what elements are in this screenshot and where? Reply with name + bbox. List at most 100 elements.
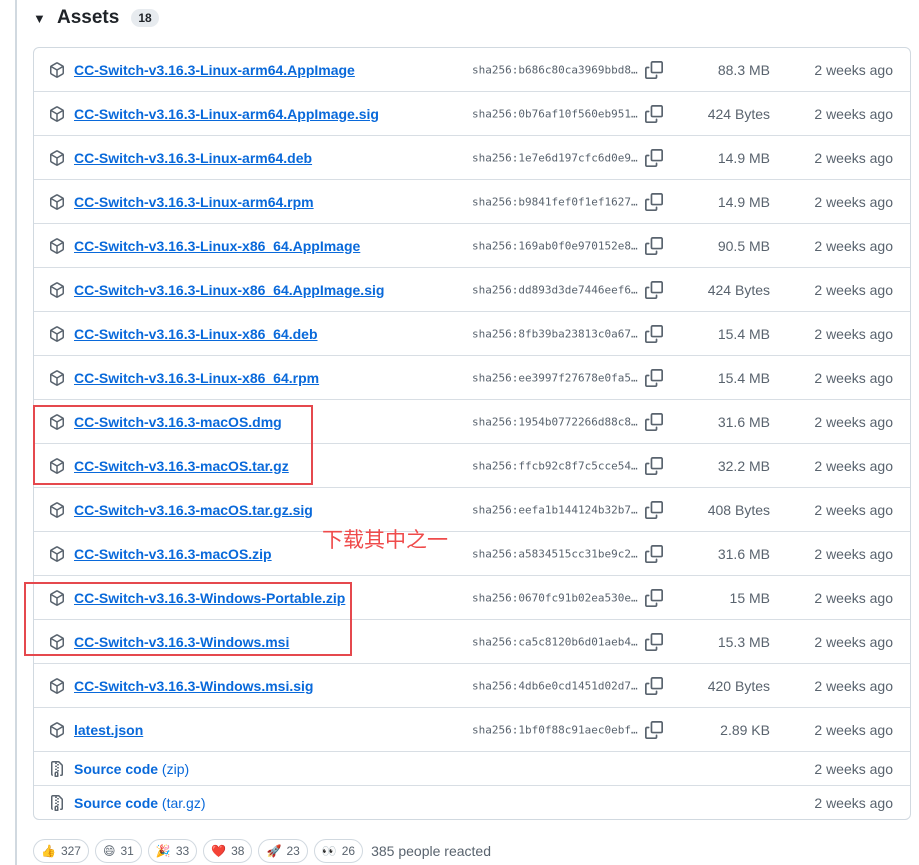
asset-link[interactable]: CC-Switch-v3.16.3-Linux-x86_64.AppImage (74, 238, 360, 254)
copy-icon[interactable] (645, 60, 663, 79)
package-icon (49, 105, 65, 122)
asset-size: 31.6 MB (717, 545, 770, 562)
asset-row: CC-Switch-v3.16.3-macOS.tar.gz sha256:ffc… (34, 443, 910, 487)
asset-time: 2 weeks ago (814, 760, 893, 777)
copy-icon[interactable] (645, 676, 663, 695)
source-row: Source code (tar.gz) 2 weeks ago (34, 785, 910, 819)
asset-sha256: sha256:4db6e0cd1451d02d7… (472, 679, 638, 692)
package-icon (49, 721, 65, 738)
asset-link[interactable]: latest.json (74, 722, 143, 738)
copy-icon[interactable] (645, 280, 663, 299)
asset-sha256: sha256:dd893d3de7446eef6… (472, 283, 638, 296)
reaction-button[interactable]: ❤️ 38 (203, 839, 253, 863)
asset-time: 2 weeks ago (814, 281, 893, 298)
package-icon (49, 237, 65, 254)
asset-link[interactable]: CC-Switch-v3.16.3-macOS.tar.gz (74, 458, 289, 474)
asset-row: CC-Switch-v3.16.3-Linux-arm64.rpm sha256:… (34, 179, 910, 223)
copy-icon[interactable] (645, 192, 663, 211)
source-label: Source code (74, 794, 159, 811)
source-format: (zip) (161, 760, 190, 777)
asset-row: CC-Switch-v3.16.3-macOS.tar.gz.sig sha256… (34, 487, 910, 531)
asset-link[interactable]: CC-Switch-v3.16.3-Windows.msi.sig (74, 678, 313, 694)
package-icon (49, 61, 65, 78)
asset-link[interactable]: CC-Switch-v3.16.3-macOS.zip (74, 546, 272, 562)
asset-link[interactable]: CC-Switch-v3.16.3-macOS.dmg (74, 414, 282, 430)
asset-time: 2 weeks ago (814, 325, 893, 342)
source-link[interactable]: Source code (tar.gz) (74, 795, 206, 811)
copy-icon[interactable] (645, 500, 663, 519)
copy-icon[interactable] (645, 588, 663, 607)
copy-icon[interactable] (645, 412, 663, 431)
asset-time: 2 weeks ago (814, 149, 893, 166)
reaction-count: 31 (120, 844, 134, 858)
reacted-summary: 385 people reacted (371, 843, 491, 859)
source-link[interactable]: Source code (zip) (74, 761, 189, 777)
assets-title: Assets (57, 7, 120, 28)
asset-link[interactable]: CC-Switch-v3.16.3-Linux-x86_64.deb (74, 326, 318, 342)
asset-time: 2 weeks ago (814, 794, 893, 811)
asset-time: 2 weeks ago (814, 677, 893, 694)
asset-size: 31.6 MB (717, 413, 770, 430)
asset-link[interactable]: CC-Switch-v3.16.3-Linux-x86_64.AppImage.… (74, 282, 384, 298)
asset-sha256: sha256:ca5c8120b6d01aeb4… (472, 635, 638, 648)
asset-time: 2 weeks ago (814, 193, 893, 210)
asset-time: 2 weeks ago (814, 369, 893, 386)
copy-icon[interactable] (645, 632, 663, 651)
reaction-button[interactable]: 😄 31 (94, 839, 142, 863)
asset-time: 2 weeks ago (814, 105, 893, 122)
reaction-count: 33 (175, 844, 190, 858)
asset-link[interactable]: CC-Switch-v3.16.3-macOS.tar.gz.sig (74, 502, 313, 518)
asset-link[interactable]: CC-Switch-v3.16.3-Linux-arm64.rpm (74, 194, 314, 210)
asset-link[interactable]: CC-Switch-v3.16.3-Windows-Portable.zip (74, 590, 345, 606)
asset-row: latest.json sha256:1bf0f88c91aec0ebf… 2.89… (34, 707, 910, 751)
copy-icon[interactable] (645, 368, 663, 387)
source-format: (tar.gz) (161, 794, 206, 811)
reaction-button[interactable]: 🎉 33 (147, 839, 198, 863)
copy-icon[interactable] (645, 544, 663, 563)
asset-sha256: sha256:1e7e6d197cfc6d0e9… (472, 151, 638, 164)
asset-size: 424 Bytes (707, 281, 770, 298)
asset-row: CC-Switch-v3.16.3-Linux-arm64.AppImage.s… (34, 91, 910, 135)
package-icon (49, 457, 65, 474)
copy-icon[interactable] (645, 148, 663, 167)
package-icon (49, 677, 65, 694)
reaction-count: 327 (60, 844, 81, 858)
reactions-bar: 👍 327 😄 31 🎉 33 ❤️ 38 🚀 23 👀 26 385 people reacted (33, 838, 491, 864)
assets-count-badge: 18 (131, 9, 159, 27)
asset-sha256: sha256:8fb39ba23813c0a67… (472, 327, 638, 340)
asset-size: 2.89 KB (720, 721, 770, 738)
caret-down-icon[interactable]: ▼ (33, 11, 47, 26)
asset-link[interactable]: CC-Switch-v3.16.3-Linux-x86_64.rpm (74, 370, 319, 386)
copy-icon[interactable] (645, 720, 663, 739)
reaction-count: 23 (286, 844, 300, 858)
package-icon (49, 325, 65, 342)
asset-link[interactable]: CC-Switch-v3.16.3-Linux-arm64.AppImage.s… (74, 106, 379, 122)
asset-size: 90.5 MB (717, 237, 770, 254)
asset-link[interactable]: CC-Switch-v3.16.3-Windows.msi (74, 634, 289, 650)
reaction-button[interactable]: 👍 327 (33, 839, 89, 863)
source-row: Source code (zip) 2 weeks ago (34, 751, 910, 785)
copy-icon[interactable] (645, 324, 663, 343)
asset-size: 14.9 MB (717, 149, 770, 166)
asset-time: 2 weeks ago (814, 721, 893, 738)
asset-sha256: sha256:b686c80ca3969bbd8… (472, 63, 638, 76)
asset-sha256: sha256:ffcb92c8f7c5cce54… (472, 459, 638, 472)
thumbs-up-icon: 👍 (41, 844, 56, 858)
file-zip-icon (49, 794, 65, 811)
reaction-button[interactable]: 👀 26 (313, 839, 364, 863)
asset-row: CC-Switch-v3.16.3-Windows-Portable.zip sh… (34, 575, 910, 619)
asset-size: 88.3 MB (717, 61, 770, 78)
copy-icon[interactable] (645, 236, 663, 255)
asset-link[interactable]: CC-Switch-v3.16.3-Linux-arm64.deb (74, 150, 312, 166)
timeline-rule (15, 0, 17, 865)
heart-icon: ❤️ (211, 844, 227, 858)
asset-link[interactable]: CC-Switch-v3.16.3-Linux-arm64.AppImage (74, 62, 355, 78)
assets-header[interactable]: ▼ Assets 18 (33, 4, 159, 32)
copy-icon[interactable] (645, 104, 663, 123)
asset-time: 2 weeks ago (814, 545, 893, 562)
copy-icon[interactable] (645, 456, 663, 475)
asset-sha256: sha256:0b76af10f560eb951… (472, 107, 638, 120)
asset-row: CC-Switch-v3.16.3-Windows.msi sha256:ca5c… (34, 619, 910, 663)
reaction-button[interactable]: 🚀 23 (258, 839, 308, 863)
asset-time: 2 weeks ago (814, 413, 893, 430)
